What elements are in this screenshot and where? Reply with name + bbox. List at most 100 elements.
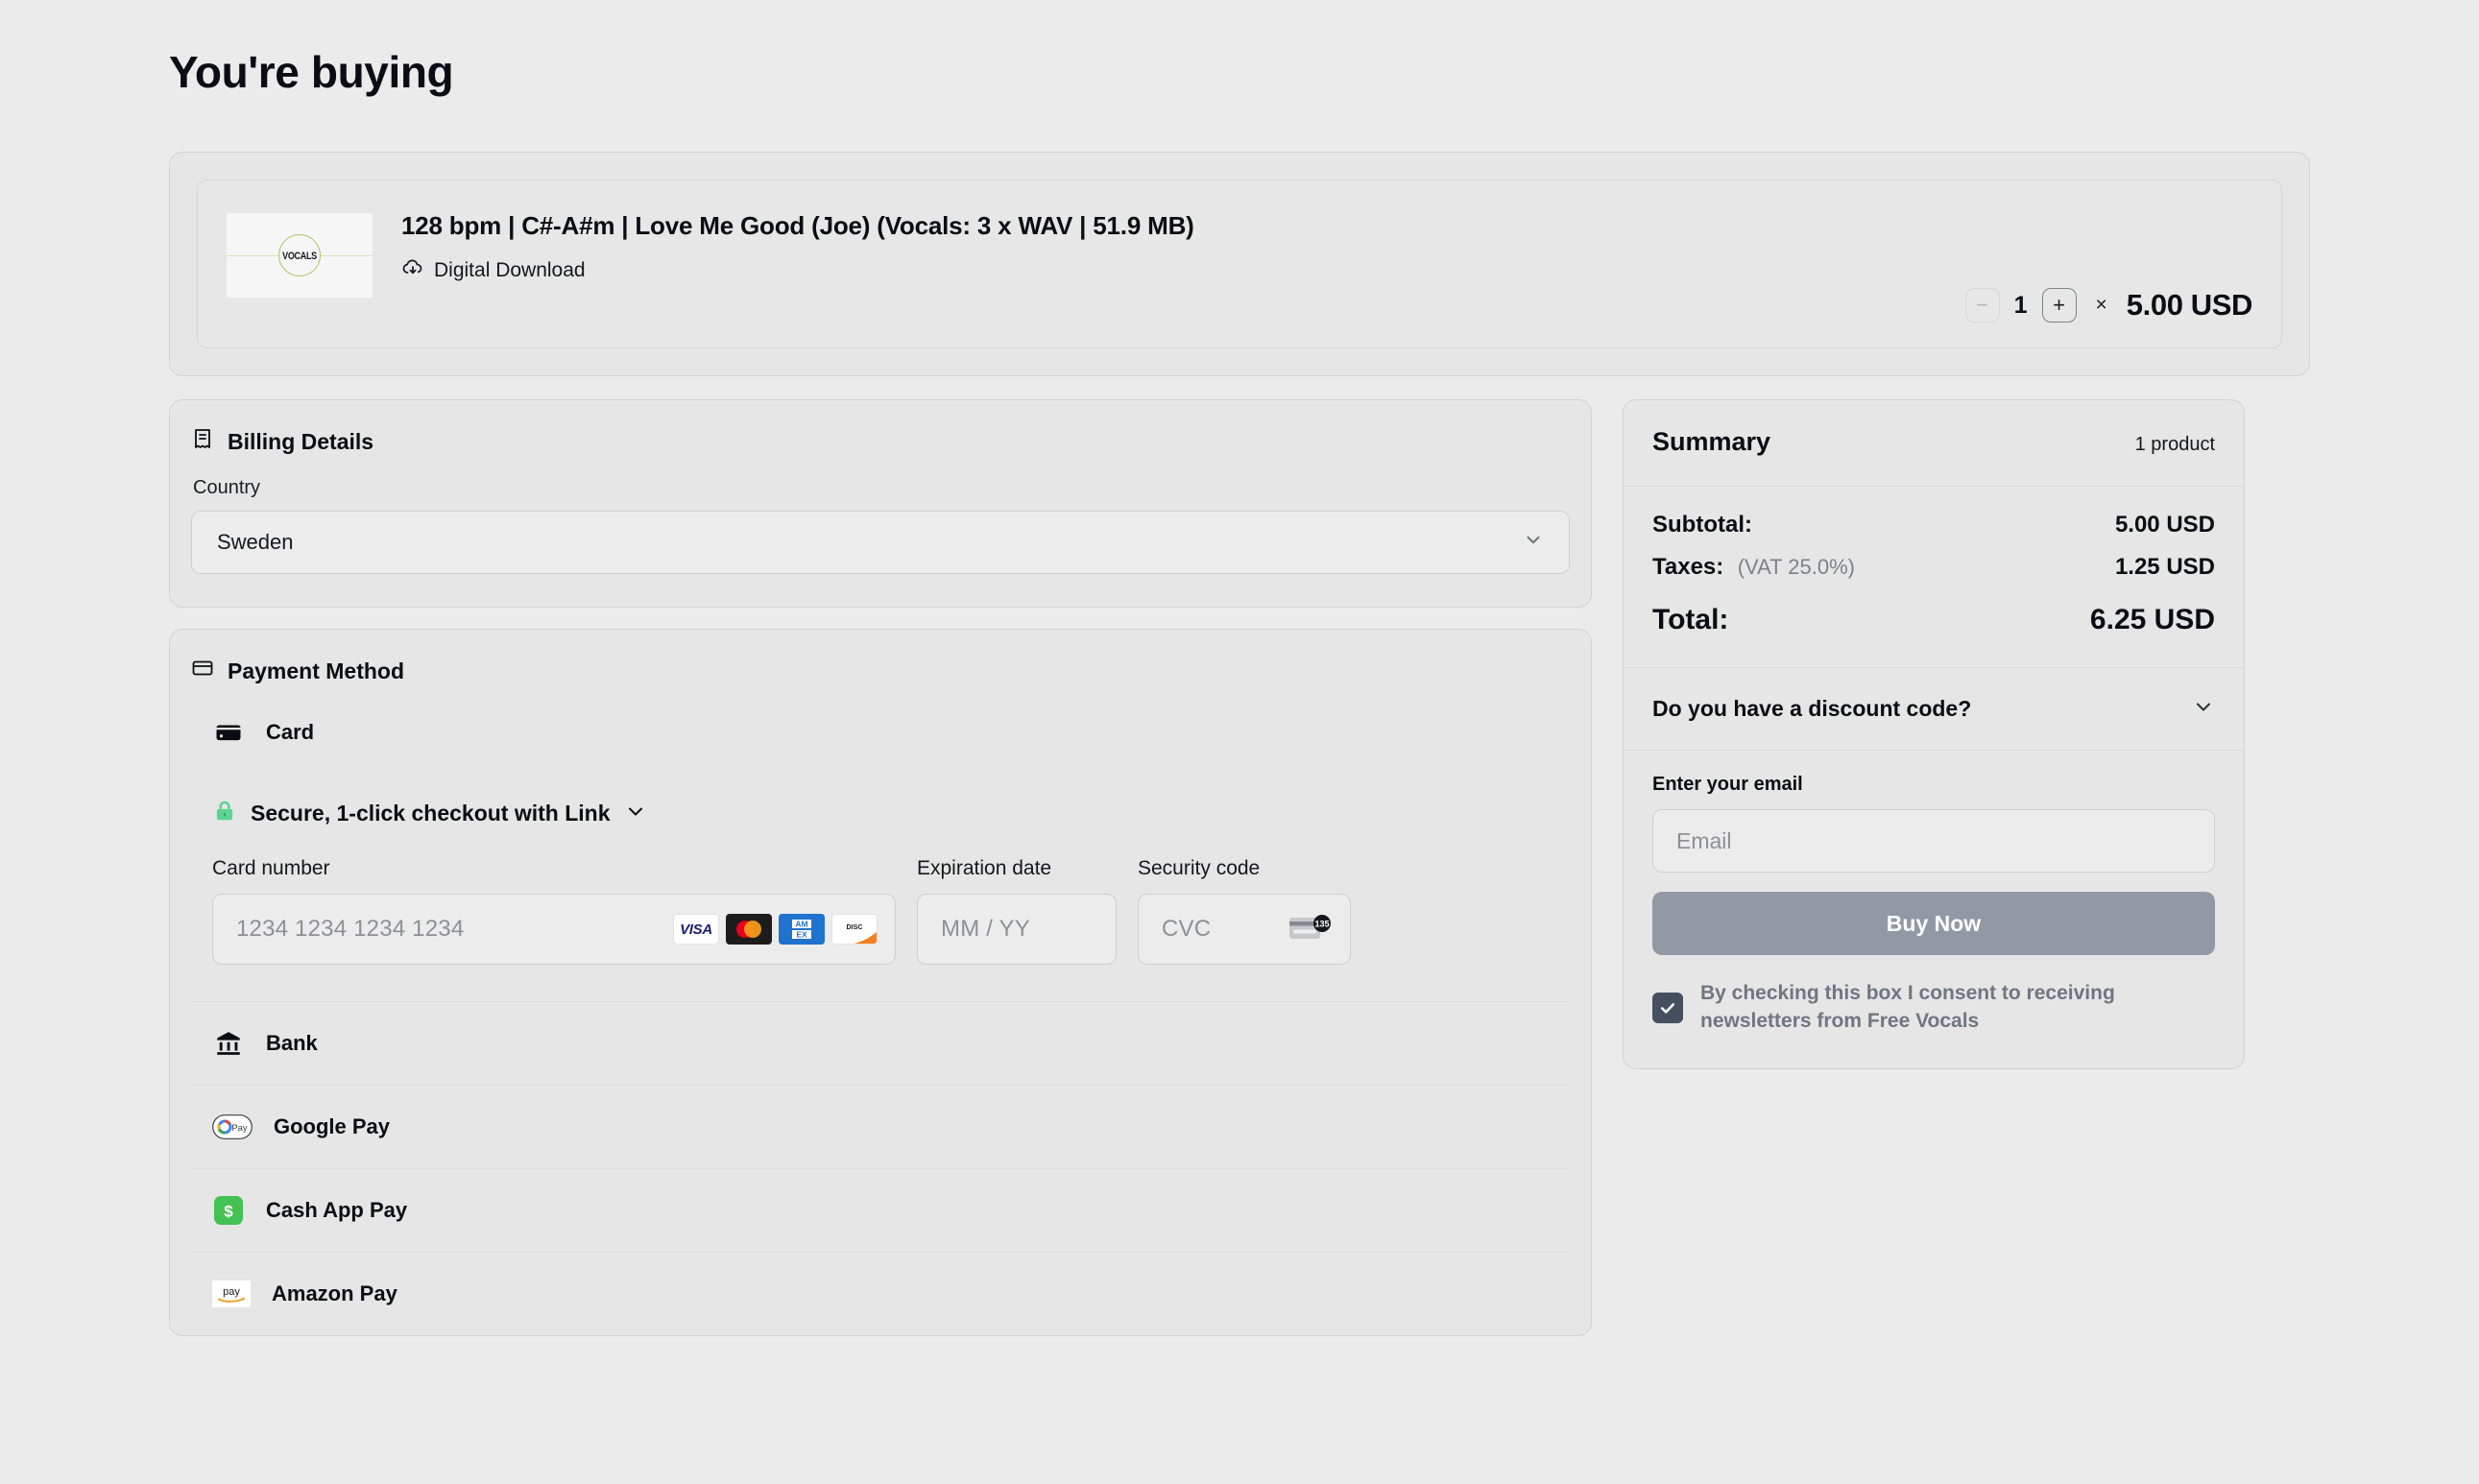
svg-text:pay: pay (223, 1286, 240, 1298)
product-info: 128 bpm | C#-A#m | Love Me Good (Joe) (V… (401, 205, 1194, 285)
summary-taxes-value: 1.25 USD (2114, 554, 2215, 580)
payment-option-card-label: Card (266, 720, 315, 744)
product-delivery-label: Digital Download (434, 259, 586, 281)
svg-text:DISC: DISC (847, 923, 863, 931)
card-cvc-label: Security code (1138, 857, 1261, 879)
summary-panel: Summary 1 product Subtotal: 5.00 USD Tax… (1623, 399, 2245, 1069)
card-icon (212, 716, 245, 749)
cash-app-icon: $ (212, 1194, 245, 1227)
card-cvc-input[interactable]: CVC 135 (1138, 894, 1351, 965)
card-form: Secure, 1-click checkout with Link Card … (191, 774, 1570, 1001)
email-field[interactable]: Email (1652, 809, 2215, 873)
discount-code-label: Do you have a discount code? (1652, 696, 1972, 721)
payment-option-card[interactable]: Card (191, 685, 1570, 774)
amazon-pay-icon: pay (212, 1278, 251, 1310)
payment-option-google-pay[interactable]: Pay Google Pay (191, 1085, 1570, 1168)
cloud-download-icon (401, 256, 424, 285)
multiply-symbol: × (2095, 294, 2107, 316)
summary-title: Summary (1652, 427, 1771, 456)
right-column: Summary 1 product Subtotal: 5.00 USD Tax… (1623, 399, 2245, 1069)
product-top-row: VOCALS 128 bpm | C#-A#m | Love Me Good (… (227, 205, 2252, 298)
credit-card-icon (191, 657, 214, 685)
discount-code-toggle[interactable]: Do you have a discount code? (1624, 668, 2244, 751)
summary-total-label: Total: (1652, 604, 1729, 635)
thumbnail-logo-circle: VOCALS (278, 234, 321, 276)
summary-product-count: 1 product (2134, 434, 2215, 455)
thumbnail-logo-text: VOCALS (282, 249, 317, 262)
quantity-value: 1 (2013, 291, 2028, 319)
payment-option-cash-app-pay[interactable]: $ Cash App Pay (191, 1168, 1570, 1252)
bank-icon (212, 1027, 245, 1060)
quantity-decrease-button[interactable]: − (1964, 288, 2000, 323)
discover-icon: DISC (831, 914, 878, 945)
unit-price: 5.00 USD (2126, 288, 2253, 322)
payment-option-bank-label: Bank (266, 1031, 318, 1055)
payment-option-bank[interactable]: Bank (191, 1001, 1570, 1085)
chevron-down-icon (624, 800, 647, 827)
payment-option-amazon-pay[interactable]: pay Amazon Pay (191, 1252, 1570, 1335)
summary-header: Summary 1 product (1624, 400, 2244, 487)
newsletter-consent-row: By checking this box I consent to receiv… (1652, 980, 2215, 1036)
product-thumbnail: VOCALS (227, 213, 373, 298)
summary-taxes-row: Taxes: (VAT 25.0%) 1.25 USD (1652, 554, 2215, 581)
card-brand-icons: VISA AM EX DISC (673, 914, 878, 945)
left-column: Billing Details Country Sweden Payment M… (169, 399, 1592, 1336)
card-number-label: Card number (212, 857, 330, 879)
svg-text:AM: AM (795, 920, 807, 929)
card-fields: Card number 1234 1234 1234 1234 VISA AM … (212, 857, 1549, 965)
summary-taxes-left: Taxes: (VAT 25.0%) (1652, 554, 1855, 581)
payment-section-header: Payment Method (191, 657, 1570, 685)
summary-taxes-label: Taxes: (1652, 554, 1724, 580)
email-section: Enter your email Email Buy Now By checki… (1624, 751, 2244, 1068)
card-expiry-label: Expiration date (917, 857, 1052, 879)
svg-text:$: $ (224, 1203, 233, 1221)
summary-total-row: Total: 6.25 USD (1652, 604, 2215, 636)
email-placeholder: Email (1676, 827, 1732, 853)
svg-text:EX: EX (796, 930, 807, 940)
quantity-increase-button[interactable]: + (2041, 288, 2077, 323)
summary-subtotal-value: 5.00 USD (2114, 512, 2215, 538)
billing-section-title: Billing Details (228, 428, 374, 454)
card-number-placeholder: 1234 1234 1234 1234 (236, 916, 465, 942)
card-expiry-input[interactable]: MM / YY (917, 894, 1117, 965)
newsletter-consent-checkbox[interactable] (1652, 992, 1683, 1023)
quantity-stepper: − 1 + × 5.00 USD (1964, 288, 2253, 323)
receipt-icon (191, 427, 214, 456)
summary-total-value: 6.25 USD (2089, 604, 2215, 635)
country-label: Country (193, 477, 261, 498)
main-columns: Billing Details Country Sweden Payment M… (169, 399, 2310, 1336)
cvc-card-icon: 135 (1288, 914, 1333, 945)
product-card: VOCALS 128 bpm | C#-A#m | Love Me Good (… (197, 180, 2282, 348)
payment-option-amazon-pay-label: Amazon Pay (272, 1281, 397, 1305)
newsletter-consent-text: By checking this box I consent to receiv… (1700, 982, 2115, 1032)
card-number-group: Card number 1234 1234 1234 1234 VISA AM … (212, 857, 896, 965)
card-cvc-placeholder: CVC (1162, 916, 1212, 942)
card-cvc-group: Security code CVC 135 (1138, 857, 1351, 965)
summary-subtotal-label: Subtotal: (1652, 512, 1752, 538)
mastercard-icon (726, 914, 772, 945)
payment-section-title: Payment Method (228, 658, 405, 683)
cvc-icon-number: 135 (1314, 919, 1329, 928)
product-panel: VOCALS 128 bpm | C#-A#m | Love Me Good (… (169, 152, 2310, 376)
buy-now-button[interactable]: Buy Now (1652, 892, 2215, 955)
country-value: Sweden (217, 530, 294, 554)
checkout-page: You're buying VOCALS 128 bpm | C#-A#m | … (0, 0, 2479, 1484)
summary-totals: Subtotal: 5.00 USD Taxes: (VAT 25.0%) 1.… (1624, 487, 2244, 668)
billing-section-header: Billing Details (191, 427, 1570, 456)
link-checkout-label: Secure, 1-click checkout with Link (251, 801, 611, 826)
product-delivery: Digital Download (401, 256, 1194, 285)
google-pay-icon: Pay (212, 1111, 253, 1143)
summary-taxes-note: (VAT 25.0%) (1737, 555, 1855, 579)
link-checkout-toggle[interactable]: Secure, 1-click checkout with Link (212, 799, 1549, 828)
summary-subtotal-row: Subtotal: 5.00 USD (1652, 512, 2215, 539)
country-select[interactable]: Sweden (191, 511, 1570, 574)
chevron-down-icon (2192, 695, 2215, 723)
card-expiry-group: Expiration date MM / YY (917, 857, 1117, 965)
amex-icon: AM EX (779, 914, 825, 945)
card-expiry-placeholder: MM / YY (941, 916, 1030, 942)
payment-method-panel: Payment Method Card Secure, 1-click chec… (169, 629, 1592, 1336)
card-number-input[interactable]: 1234 1234 1234 1234 VISA AM EX DISC (212, 894, 896, 965)
chevron-down-icon (1523, 529, 1544, 556)
product-title: 128 bpm | C#-A#m | Love Me Good (Joe) (V… (401, 211, 1194, 240)
billing-details-panel: Billing Details Country Sweden (169, 399, 1592, 608)
